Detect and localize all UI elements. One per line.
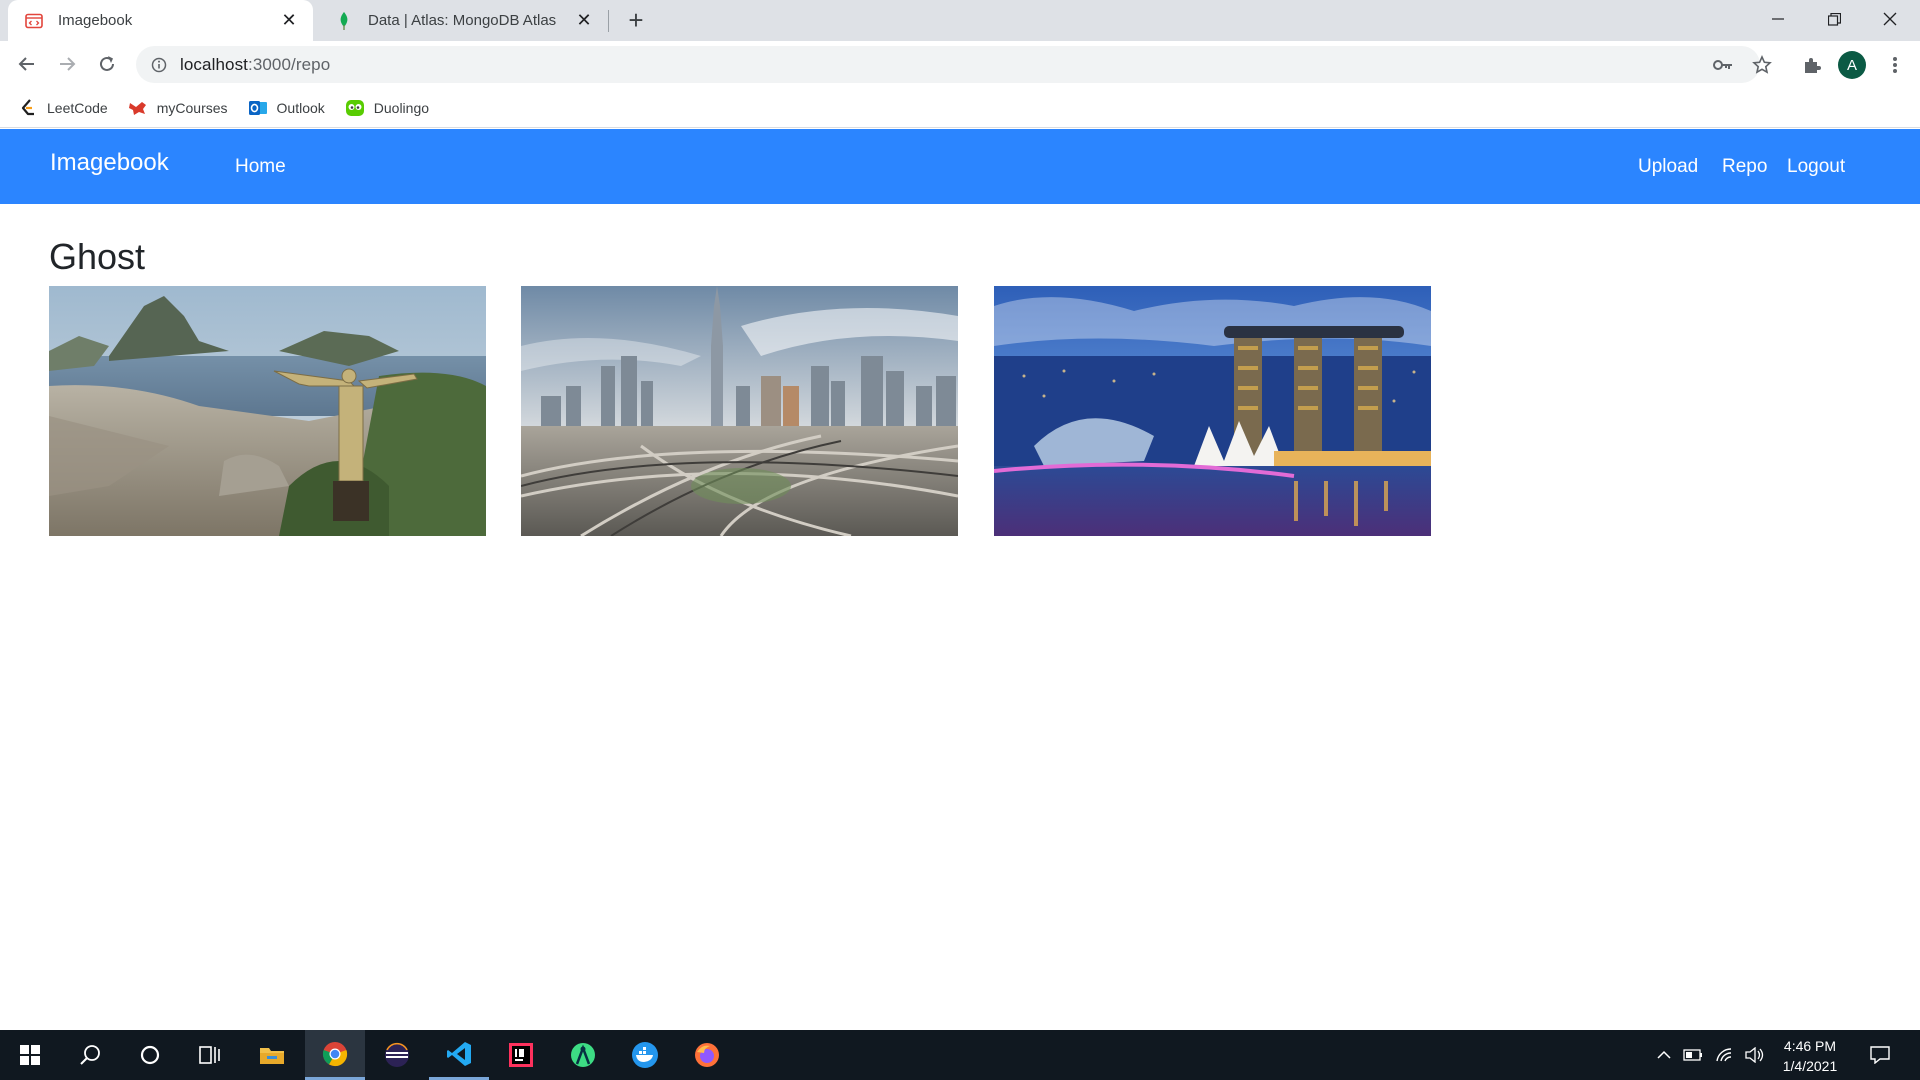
chevron-up-icon[interactable]: [1652, 1030, 1676, 1080]
chrome-icon[interactable]: [305, 1030, 365, 1080]
file-explorer-icon[interactable]: [242, 1030, 302, 1080]
intellij-icon[interactable]: [491, 1030, 551, 1080]
browser-toolbar: localhost:3000/repo: [0, 41, 1920, 88]
android-studio-icon[interactable]: [553, 1030, 613, 1080]
battery-icon[interactable]: [1680, 1030, 1706, 1080]
brand-link[interactable]: Imagebook: [50, 149, 169, 177]
key-icon[interactable]: [1708, 50, 1738, 80]
forward-button[interactable]: [50, 47, 84, 81]
bookmark-label: Outlook: [276, 99, 325, 116]
bookmark-mycourses[interactable]: myCourses: [128, 98, 228, 118]
wifi-icon[interactable]: [1712, 1030, 1738, 1080]
profile-avatar[interactable]: A: [1838, 51, 1866, 79]
mongodb-leaf-icon: [334, 11, 354, 31]
url-host: localhost: [180, 54, 248, 74]
windows-taskbar: 4:46 PM 1/4/2021: [0, 1030, 1920, 1080]
mycourses-icon: [128, 98, 148, 118]
minimize-button[interactable]: [1750, 0, 1806, 38]
task-view-icon[interactable]: [180, 1030, 240, 1080]
tab-separator: [608, 10, 609, 32]
cortana-icon[interactable]: [120, 1030, 180, 1080]
firefox-icon[interactable]: [677, 1030, 737, 1080]
back-arrow-icon: [18, 57, 34, 71]
forward-arrow-icon: [60, 57, 76, 71]
star-icon[interactable]: [1747, 50, 1777, 80]
more-menu-icon[interactable]: [1880, 50, 1910, 80]
new-tab-button[interactable]: +: [622, 7, 650, 34]
code-page-icon: [24, 11, 44, 31]
repo-image-singapore[interactable]: [994, 286, 1431, 536]
tab-title: Imagebook: [58, 12, 133, 29]
nav-logout-link[interactable]: Logout: [1787, 156, 1845, 178]
bookmark-leetcode[interactable]: LeetCode: [18, 98, 108, 118]
docker-icon[interactable]: [615, 1030, 675, 1080]
bookmark-label: LeetCode: [47, 99, 108, 116]
tab-title: Data | Atlas: MongoDB Atlas: [368, 12, 557, 29]
reload-button[interactable]: [90, 47, 124, 81]
bookmark-label: Duolingo: [373, 99, 430, 116]
bookmarks-bar: LeetCode myCourses Outlook Duolingo: [0, 88, 1920, 128]
leetcode-icon: [18, 98, 38, 118]
nav-upload-link[interactable]: Upload: [1638, 156, 1698, 178]
nav-home-link[interactable]: Home: [235, 156, 286, 178]
repo-owner-heading: Ghost: [49, 236, 146, 277]
notifications-icon[interactable]: [1862, 1030, 1898, 1080]
close-window-button[interactable]: [1862, 0, 1918, 38]
url-path: :3000/repo: [248, 54, 331, 74]
nav-repo-link[interactable]: Repo: [1722, 156, 1767, 178]
tab-mongodb-atlas[interactable]: Data | Atlas: MongoDB Atlas ✕: [318, 0, 608, 41]
site-info-icon[interactable]: [150, 56, 168, 74]
repo-image-rio[interactable]: [49, 286, 486, 536]
bookmark-duolingo[interactable]: Duolingo: [345, 98, 429, 118]
bookmark-outlook[interactable]: Outlook: [248, 98, 325, 118]
address-bar[interactable]: localhost:3000/repo: [136, 46, 1760, 83]
restore-button[interactable]: [1806, 0, 1862, 38]
clock-date: 1/4/2021: [1782, 1058, 1838, 1074]
extensions-puzzle-icon[interactable]: [1797, 50, 1827, 80]
outlook-icon: [248, 98, 268, 118]
windows-start-icon[interactable]: [0, 1030, 60, 1080]
bookmark-label: myCourses: [156, 99, 228, 116]
vscode-icon[interactable]: [429, 1030, 489, 1080]
back-button[interactable]: [10, 47, 44, 81]
reload-icon: [100, 56, 114, 71]
taskbar-clock[interactable]: 4:46 PM 1/4/2021: [1770, 1036, 1850, 1076]
eclipse-icon[interactable]: [367, 1030, 427, 1080]
repo-image-dubai[interactable]: [521, 286, 958, 536]
volume-icon[interactable]: [1742, 1030, 1768, 1080]
close-tab-icon[interactable]: ✕: [574, 10, 594, 31]
close-tab-icon[interactable]: ✕: [279, 10, 299, 31]
url-text: localhost:3000/repo: [180, 55, 330, 75]
tab-imagebook[interactable]: Imagebook ✕: [8, 0, 313, 41]
search-icon[interactable]: [60, 1030, 120, 1080]
clock-time: 4:46 PM: [1783, 1038, 1837, 1054]
duolingo-icon: [345, 98, 365, 118]
tab-strip: Imagebook ✕ Data | Atlas: MongoDB Atlas …: [0, 0, 1920, 41]
app-navbar: Imagebook Home Upload Repo Logout: [0, 129, 1920, 204]
